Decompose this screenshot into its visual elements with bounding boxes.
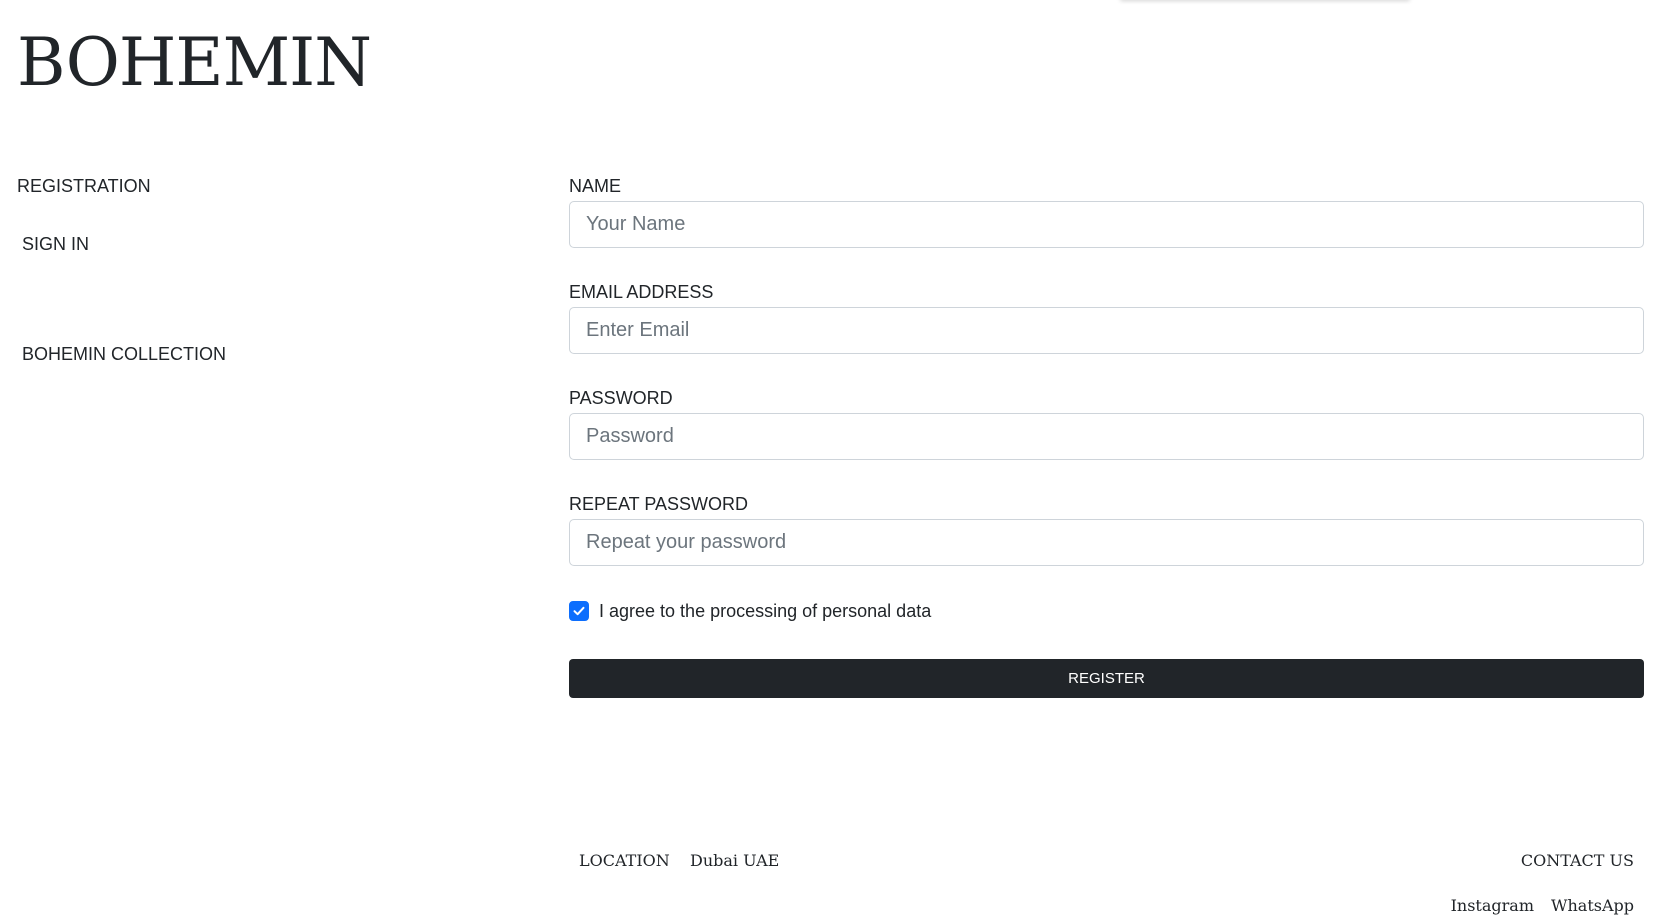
repeat-password-field-group: REPEAT PASSWORD xyxy=(569,494,1644,566)
nav-collection-link[interactable]: BOHEMIN COLLECTION xyxy=(22,344,226,365)
name-label: NAME xyxy=(569,176,622,196)
brand-logo[interactable]: BOHEMIN xyxy=(17,30,372,96)
check-icon xyxy=(573,606,585,616)
repeat-password-input[interactable] xyxy=(569,519,1644,566)
name-input[interactable] xyxy=(569,201,1644,248)
agree-label[interactable]: I agree to the processing of personal da… xyxy=(599,601,931,622)
password-input[interactable] xyxy=(569,413,1644,460)
repeat-password-label: REPEAT PASSWORD xyxy=(569,494,749,514)
nav-sign-in-link[interactable]: SIGN IN xyxy=(22,234,89,255)
nav-registration-link[interactable]: REGISTRATION xyxy=(17,176,151,197)
footer-location-value[interactable]: Dubai UAE xyxy=(690,851,779,870)
password-label: PASSWORD xyxy=(569,388,673,408)
footer-whatsapp-link[interactable]: WhatsApp xyxy=(1551,896,1634,915)
register-button[interactable]: REGISTER xyxy=(569,659,1644,698)
agree-row: I agree to the processing of personal da… xyxy=(569,599,931,623)
footer-instagram-link[interactable]: Instagram xyxy=(1451,896,1534,915)
password-field-group: PASSWORD xyxy=(569,388,1644,460)
email-input[interactable] xyxy=(569,307,1644,354)
name-field-group: NAME xyxy=(569,176,1644,248)
email-field-group: EMAIL ADDRESS xyxy=(569,282,1644,354)
footer-location-label: LOCATION xyxy=(579,851,670,870)
email-label: EMAIL ADDRESS xyxy=(569,282,714,302)
agree-checkbox[interactable] xyxy=(569,601,589,621)
footer-contact-link[interactable]: CONTACT US xyxy=(1521,851,1634,870)
